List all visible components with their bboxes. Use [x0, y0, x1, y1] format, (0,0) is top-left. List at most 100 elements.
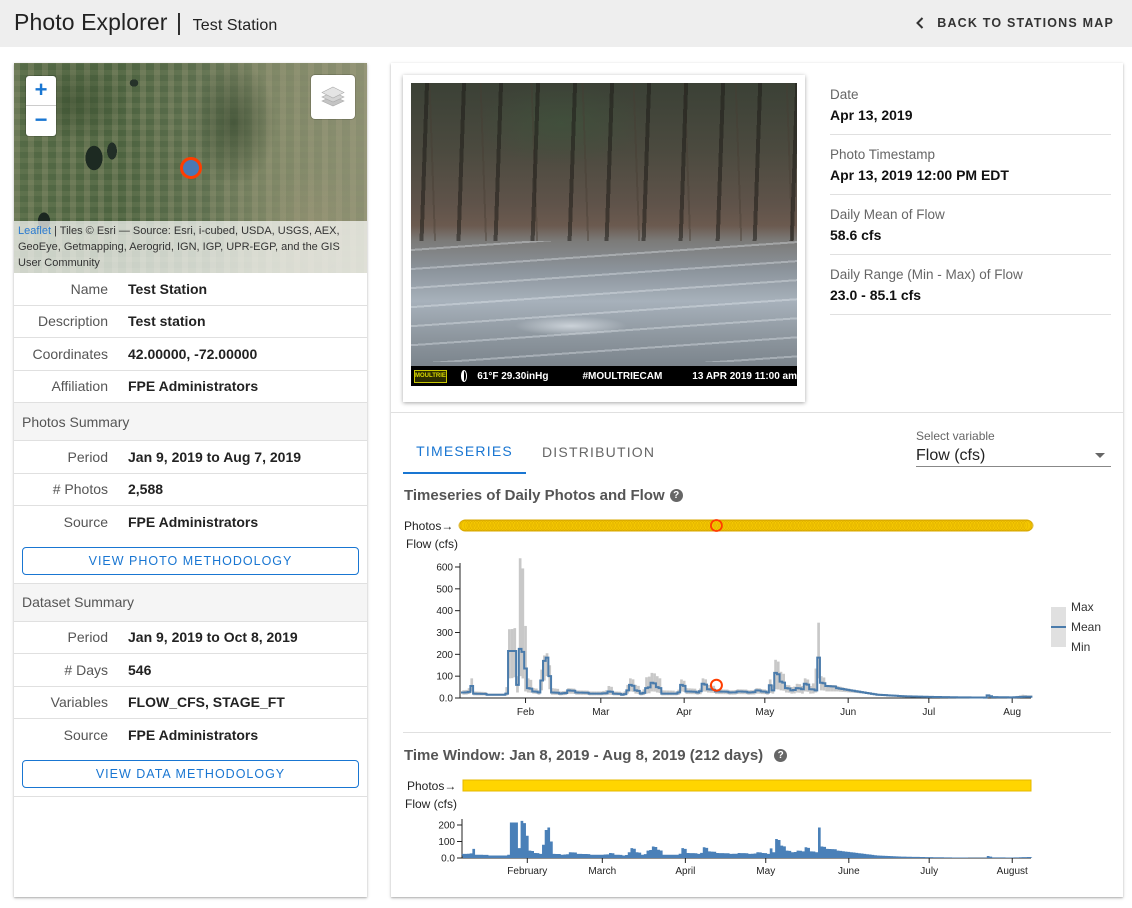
- x-tick-label: Jun: [840, 707, 856, 718]
- attribution-text: | Tiles © Esri — Source: Esri, i-cubed, …: [18, 225, 340, 269]
- station-details: Name Test Station Description Test stati…: [14, 273, 367, 403]
- photo-metadata: Date Apr 13, 2019 Photo Timestamp Apr 13…: [830, 75, 1111, 315]
- x-tick-label: August: [997, 866, 1028, 877]
- x-tick-label: May: [755, 707, 774, 718]
- stamp-tag: #MOULTRIECAM: [582, 370, 663, 382]
- row-value: 2,588: [128, 481, 164, 498]
- row-label: Source: [63, 514, 108, 531]
- zoom-out-button[interactable]: −: [26, 106, 56, 136]
- station-map[interactable]: + − Leaflet | Tiles © Esri — Source: Esr…: [14, 63, 367, 273]
- row-value: Jan 9, 2019 to Aug 7, 2019: [128, 448, 302, 465]
- meta-value: Apr 13, 2019: [830, 107, 913, 123]
- x-tick-label: March: [588, 866, 616, 877]
- row-label: Description: [37, 313, 108, 330]
- x-tick-label: June: [838, 866, 860, 877]
- row-label: Period: [67, 448, 108, 465]
- section-divider: [391, 412, 1123, 413]
- daily-range-bar: [510, 629, 514, 679]
- data-methodology-wrap: VIEW DATA METHODOLOGY: [14, 759, 367, 797]
- stamp-weather: 61°F 29.30inHg: [477, 370, 549, 382]
- chart-tabs: TIMESERIES DISTRIBUTION: [403, 430, 671, 474]
- time-window-chart-title: Time Window: Jan 8, 2019 - Aug 8, 2019 (…: [404, 747, 788, 764]
- timeseries-title-text: Timeseries of Daily Photos and Flow: [404, 487, 665, 504]
- timeseries-chart[interactable]: Photos→ Flow (cfs) 0.0 100 200 300 400 500 600 Fe…: [391, 511, 1123, 721]
- dataset-variables-row: Variables FLOW_CFS, STAGE_FT: [14, 687, 367, 719]
- row-label: Coordinates: [32, 345, 109, 362]
- layers-icon: [321, 86, 345, 107]
- x-tick-label: Feb: [517, 707, 535, 718]
- row-value: FPE Administrators: [128, 514, 259, 531]
- meta-label: Daily Mean of Flow: [830, 207, 945, 222]
- x-tick-label: May: [756, 866, 775, 877]
- camera-stamp: MOULTRIE 61°F 29.30inHg #MOULTRIECAM 13 …: [411, 366, 797, 386]
- row-value: 546: [128, 661, 152, 678]
- meta-label: Photo Timestamp: [830, 147, 936, 162]
- x-tick-label: Aug: [1003, 707, 1021, 718]
- view-data-methodology-button[interactable]: VIEW DATA METHODOLOGY: [22, 759, 359, 788]
- zoom-in-button[interactable]: +: [26, 76, 56, 106]
- row-value: Jan 9, 2019 to Oct 8, 2019: [128, 629, 298, 646]
- x-tick-label: Mar: [592, 707, 610, 718]
- row-label: Affiliation: [51, 378, 108, 395]
- y-tick-label: 100: [436, 672, 453, 683]
- photos-summary-heading: Photos Summary: [14, 403, 367, 441]
- app-bar: Photo Explorer | Test Station BACK TO ST…: [0, 0, 1132, 47]
- legend-min: Min: [1071, 640, 1090, 654]
- leaflet-link[interactable]: Leaflet: [18, 225, 51, 237]
- layers-button[interactable]: [311, 75, 355, 119]
- legend-mean: Mean: [1071, 620, 1101, 634]
- selected-day-marker: [709, 678, 723, 692]
- y-tick-label: 0.0: [439, 694, 453, 705]
- stamp-datetime: 13 APR 2019 11:00 am: [692, 370, 797, 382]
- photos-count-row: # Photos 2,588: [14, 474, 367, 506]
- x-tick-label: April: [675, 866, 695, 877]
- row-label: # Days: [64, 661, 108, 678]
- row-value: FPE Administrators: [128, 727, 259, 744]
- meta-date: Date Apr 13, 2019: [830, 75, 1111, 135]
- help-icon[interactable]: ?: [669, 489, 683, 502]
- row-label: Name: [70, 280, 108, 297]
- dataset-source-row: Source FPE Administrators: [14, 719, 367, 752]
- back-label: BACK TO STATIONS MAP: [937, 16, 1114, 30]
- meta-label: Date: [830, 87, 859, 102]
- app-name: Photo Explorer: [14, 9, 168, 35]
- y-tick-label: 600: [436, 563, 453, 574]
- back-to-stations-map-button[interactable]: BACK TO STATIONS MAP: [915, 12, 1114, 34]
- y-tick-label: 200: [438, 821, 455, 832]
- x-tick-label: Apr: [676, 707, 692, 718]
- meta-label: Daily Range (Min - Max) of Flow: [830, 267, 1023, 282]
- station-marker[interactable]: [180, 157, 202, 179]
- dataset-period-row: Period Jan 9, 2019 to Oct 8, 2019: [14, 622, 367, 654]
- photo-frame: MOULTRIE 61°F 29.30inHg #MOULTRIECAM 13 …: [403, 75, 805, 402]
- row-label: Period: [67, 629, 108, 646]
- meta-daily-range: Daily Range (Min - Max) of Flow 23.0 - 8…: [830, 255, 1111, 315]
- photo-forest: [411, 83, 797, 241]
- y-tick-label: 100: [438, 837, 455, 848]
- row-value: Test Station: [128, 280, 208, 297]
- photo-stream: [411, 240, 797, 362]
- row-value: 42.00000, -72.00000: [128, 345, 258, 362]
- map-zoom-control: + −: [26, 76, 56, 136]
- info-row-coordinates: Coordinates 42.00000, -72.00000: [14, 338, 367, 371]
- photos-source-row: Source FPE Administrators: [14, 506, 367, 539]
- station-info-panel: + − Leaflet | Tiles © Esri — Source: Esr…: [14, 63, 367, 897]
- y-tick-label: 200: [436, 650, 453, 661]
- time-window-chart[interactable]: Photos→ Flow (cfs) 0.0 100 200 February March A…: [391, 769, 1123, 889]
- station-photo[interactable]: MOULTRIE 61°F 29.30inHg #MOULTRIECAM 13 …: [411, 83, 797, 386]
- tab-distribution[interactable]: DISTRIBUTION: [526, 430, 671, 474]
- variable-select[interactable]: Select variable Flow (cfs): [916, 429, 1111, 467]
- map-attribution: Leaflet | Tiles © Esri — Source: Esri, i…: [14, 221, 367, 273]
- row-value: FPE Administrators: [128, 378, 259, 395]
- x-tick-label: Jul: [922, 707, 935, 718]
- chevron-left-icon: [916, 17, 924, 29]
- info-row-affiliation: Affiliation FPE Administrators: [14, 371, 367, 403]
- camera-brand-logo: MOULTRIE: [414, 369, 447, 383]
- row-label: Variables: [50, 694, 108, 711]
- help-icon[interactable]: ?: [774, 749, 788, 762]
- moon-phase-icon: [460, 370, 468, 382]
- view-photo-methodology-button[interactable]: VIEW PHOTO METHODOLOGY: [22, 546, 359, 575]
- tab-timeseries[interactable]: TIMESERIES: [403, 430, 526, 474]
- photos-label: Photos→: [404, 519, 453, 533]
- y-tick-label: 500: [436, 584, 453, 595]
- dataset-days-row: # Days 546: [14, 654, 367, 687]
